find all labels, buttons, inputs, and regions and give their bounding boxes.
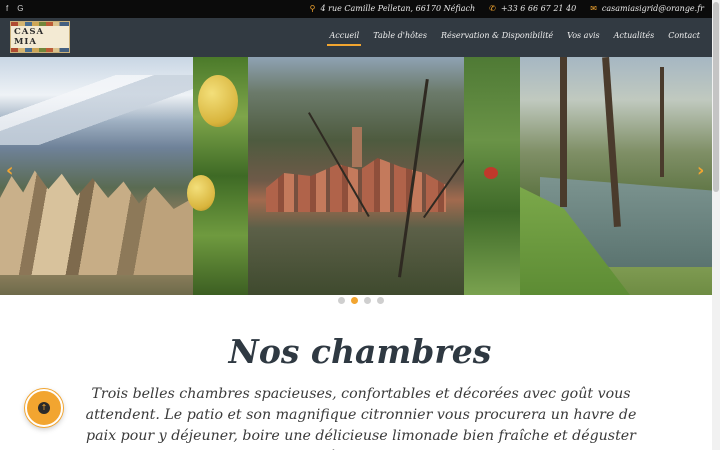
address-item: ⚲ 4 rue Camille Pelletan, 66170 Néfiach — [310, 4, 475, 13]
address-text: 4 rue Camille Pelletan, 66170 Néfiach — [320, 4, 476, 13]
google-icon[interactable]: G — [17, 4, 23, 13]
carousel-prev-icon[interactable]: ‹ — [6, 160, 13, 181]
nav-item-table-dhotes[interactable]: Table d'hôtes — [373, 31, 427, 46]
social-links: f G — [6, 4, 23, 13]
image-carousel[interactable] — [0, 57, 712, 295]
page-scrollbar[interactable] — [712, 0, 720, 450]
top-info-bar: f G ⚲ 4 rue Camille Pelletan, 66170 Néfia… — [0, 0, 712, 18]
tree-trunk — [560, 57, 567, 207]
carousel-dot[interactable] — [338, 297, 345, 304]
lemon-fruit — [187, 175, 215, 211]
email-link[interactable]: casamiasigrid@orange.fr — [602, 4, 704, 13]
nav-menu: Accueil Table d'hôtes Réservation & Disp… — [327, 31, 700, 46]
carousel-dot-active[interactable] — [351, 297, 358, 304]
arrow-up-icon: ↑ — [38, 402, 50, 414]
nav-item-reservation[interactable]: Réservation & Disponibilité — [441, 31, 553, 46]
church-tower — [352, 127, 362, 167]
rock-formations — [0, 170, 193, 275]
slide-image-lemons — [187, 57, 248, 295]
facebook-icon[interactable]: f — [6, 4, 8, 13]
slide-image-mountains — [0, 57, 193, 295]
carousel-dot[interactable] — [364, 297, 371, 304]
section-description: Trois belles chambres spacieuses, confor… — [85, 386, 637, 450]
slide-image-flowers — [464, 57, 520, 295]
phone-link[interactable]: +33 6 66 67 21 40 — [501, 4, 576, 13]
slide-image-village — [248, 57, 488, 295]
contact-info: ⚲ 4 rue Camille Pelletan, 66170 Néfiach ✆… — [310, 4, 704, 13]
mountain-snow — [0, 75, 193, 145]
slide-image-river — [520, 57, 712, 295]
tree-trunk — [660, 67, 664, 177]
section-title: Nos chambres — [228, 332, 492, 371]
email-item[interactable]: ✉ casamiasigrid@orange.fr — [590, 4, 704, 13]
red-flower — [484, 167, 498, 179]
envelope-icon: ✉ — [590, 4, 597, 13]
phone-icon: ✆ — [489, 4, 496, 13]
lemon-fruit — [198, 75, 238, 127]
scrollbar-thumb[interactable] — [713, 2, 719, 192]
main-navbar: CASA MIA Accueil Table d'hôtes Réservati… — [0, 18, 712, 57]
phone-item[interactable]: ✆ +33 6 66 67 21 40 — [489, 4, 576, 13]
nav-item-vos-avis[interactable]: Vos avis — [567, 31, 599, 46]
site-logo[interactable]: CASA MIA — [10, 21, 70, 53]
carousel-next-icon[interactable]: › — [697, 160, 704, 181]
carousel-dot[interactable] — [377, 297, 384, 304]
nav-item-actualites[interactable]: Actualités — [614, 31, 655, 46]
nav-item-accueil[interactable]: Accueil — [327, 31, 361, 46]
logo-text: CASA MIA — [11, 26, 69, 48]
map-pin-icon: ⚲ — [309, 4, 316, 13]
carousel-indicators — [338, 297, 384, 304]
scroll-to-top-button[interactable]: ↑ — [25, 389, 63, 427]
nav-item-contact[interactable]: Contact — [668, 31, 700, 46]
